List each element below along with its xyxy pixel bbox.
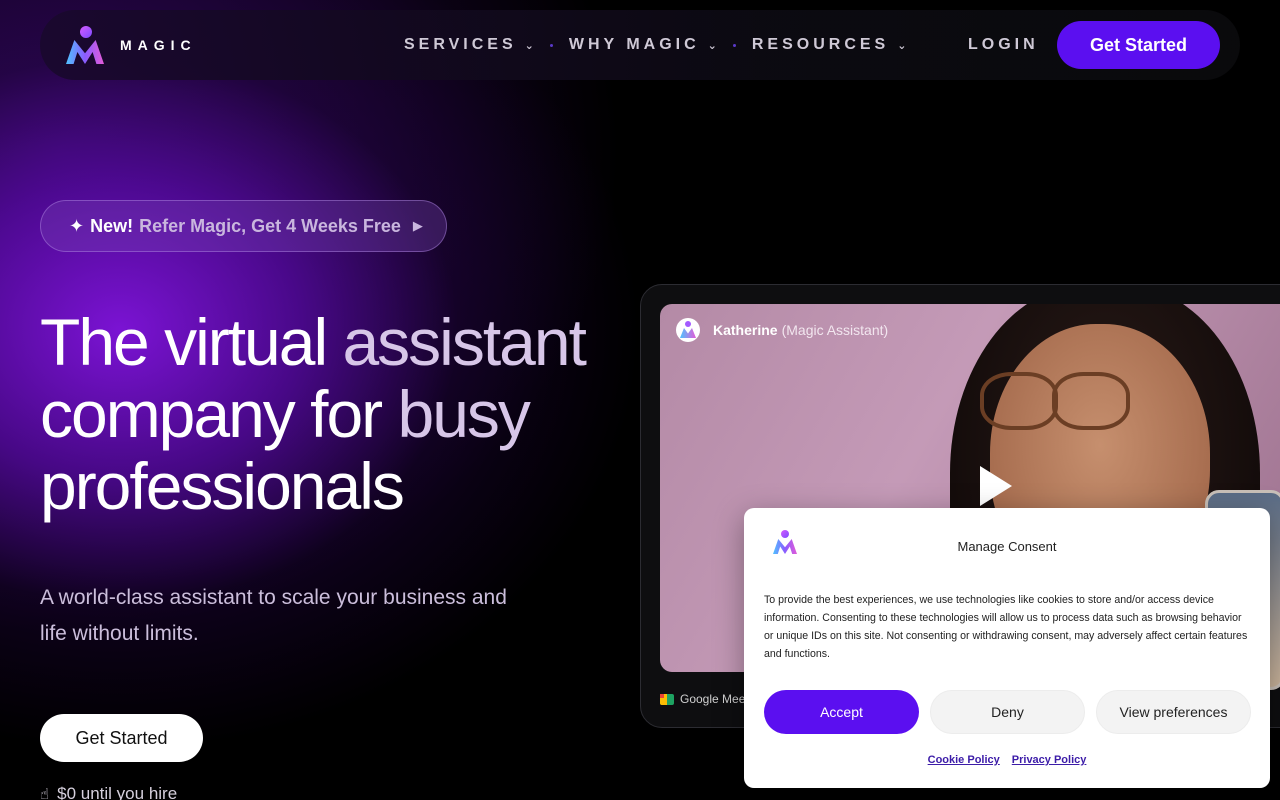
consent-dialog: Manage Consent To provide the best exper…: [744, 508, 1270, 788]
hero-get-started-button[interactable]: Get Started: [40, 714, 203, 762]
login-link[interactable]: LOGIN: [968, 10, 1039, 80]
google-meet-label: Google Meet: [660, 692, 749, 706]
nav-item-label: SERVICES: [404, 36, 517, 53]
glasses-shape: [1052, 372, 1130, 430]
brand-logo[interactable]: MAGIC: [64, 24, 197, 66]
view-preferences-button[interactable]: View preferences: [1096, 690, 1251, 734]
glasses-shape: [980, 372, 1058, 430]
nav-get-started-button[interactable]: Get Started: [1057, 21, 1220, 69]
nav-item-services[interactable]: SERVICES ⌄: [404, 36, 534, 54]
caller-name: Katherine: [713, 322, 778, 338]
nav-item-label: RESOURCES: [751, 36, 890, 53]
headline-part: professionals: [40, 449, 405, 523]
nav-item-why-magic[interactable]: WHY MAGIC ⌄: [569, 36, 717, 54]
consent-title: Manage Consent: [957, 539, 1057, 554]
cookie-policy-link[interactable]: Cookie Policy: [928, 754, 1000, 766]
play-arrow-icon: ▶: [412, 218, 423, 233]
hero-headline: The virtual assistant company for busy pro…: [40, 306, 600, 522]
headline-part: busy: [397, 377, 531, 451]
headline-part: company for: [40, 377, 398, 451]
brand-name: MAGIC: [120, 37, 197, 53]
nav-separator: [732, 43, 736, 47]
chevron-down-icon: ⌄: [897, 39, 907, 52]
top-nav: MAGIC SERVICES ⌄ WHY MAGIC ⌄ RESOURCES ⌄…: [40, 10, 1240, 80]
nav-item-label: WHY MAGIC: [568, 36, 700, 53]
caller-role: (Magic Assistant): [781, 322, 889, 338]
consent-body: To provide the best experiences, we use …: [764, 594, 1248, 660]
hire-note-text: $0 until you hire: [57, 784, 178, 800]
video-caller-info: Katherine (Magic Assistant): [676, 318, 888, 342]
hero-subtitle: A world-class assistant to scale your bu…: [40, 586, 507, 645]
consent-links: Cookie Policy Privacy Policy: [744, 754, 1270, 766]
sparkle-icon: ✦: [69, 215, 85, 236]
deny-button[interactable]: Deny: [930, 690, 1085, 734]
nav-links: SERVICES ⌄ WHY MAGIC ⌄ RESOURCES ⌄: [404, 10, 906, 80]
chevron-down-icon: ⌄: [707, 39, 717, 52]
promo-text: Refer Magic, Get 4 Weeks Free: [139, 215, 401, 236]
promo-new-label: New!: [90, 215, 134, 236]
meet-label-text: Google Meet: [680, 692, 749, 706]
pointing-hand-icon: ☝: [40, 786, 50, 800]
privacy-policy-link[interactable]: Privacy Policy: [1012, 754, 1087, 766]
referral-promo-pill[interactable]: ✦ New! Refer Magic, Get 4 Weeks Free ▶: [40, 200, 447, 252]
headline-part: The virtual: [40, 305, 343, 379]
avatar: [676, 318, 700, 342]
google-meet-icon: [660, 693, 674, 705]
nav-item-resources[interactable]: RESOURCES ⌄: [752, 36, 907, 54]
magic-logo-icon: [64, 24, 106, 66]
accept-button[interactable]: Accept: [764, 690, 919, 734]
play-icon[interactable]: [980, 466, 1012, 506]
headline-part: assistant: [342, 305, 586, 379]
chevron-down-icon: ⌄: [524, 39, 534, 52]
nav-separator: [549, 43, 553, 47]
hire-note: ☝ $0 until you hire: [40, 784, 177, 800]
